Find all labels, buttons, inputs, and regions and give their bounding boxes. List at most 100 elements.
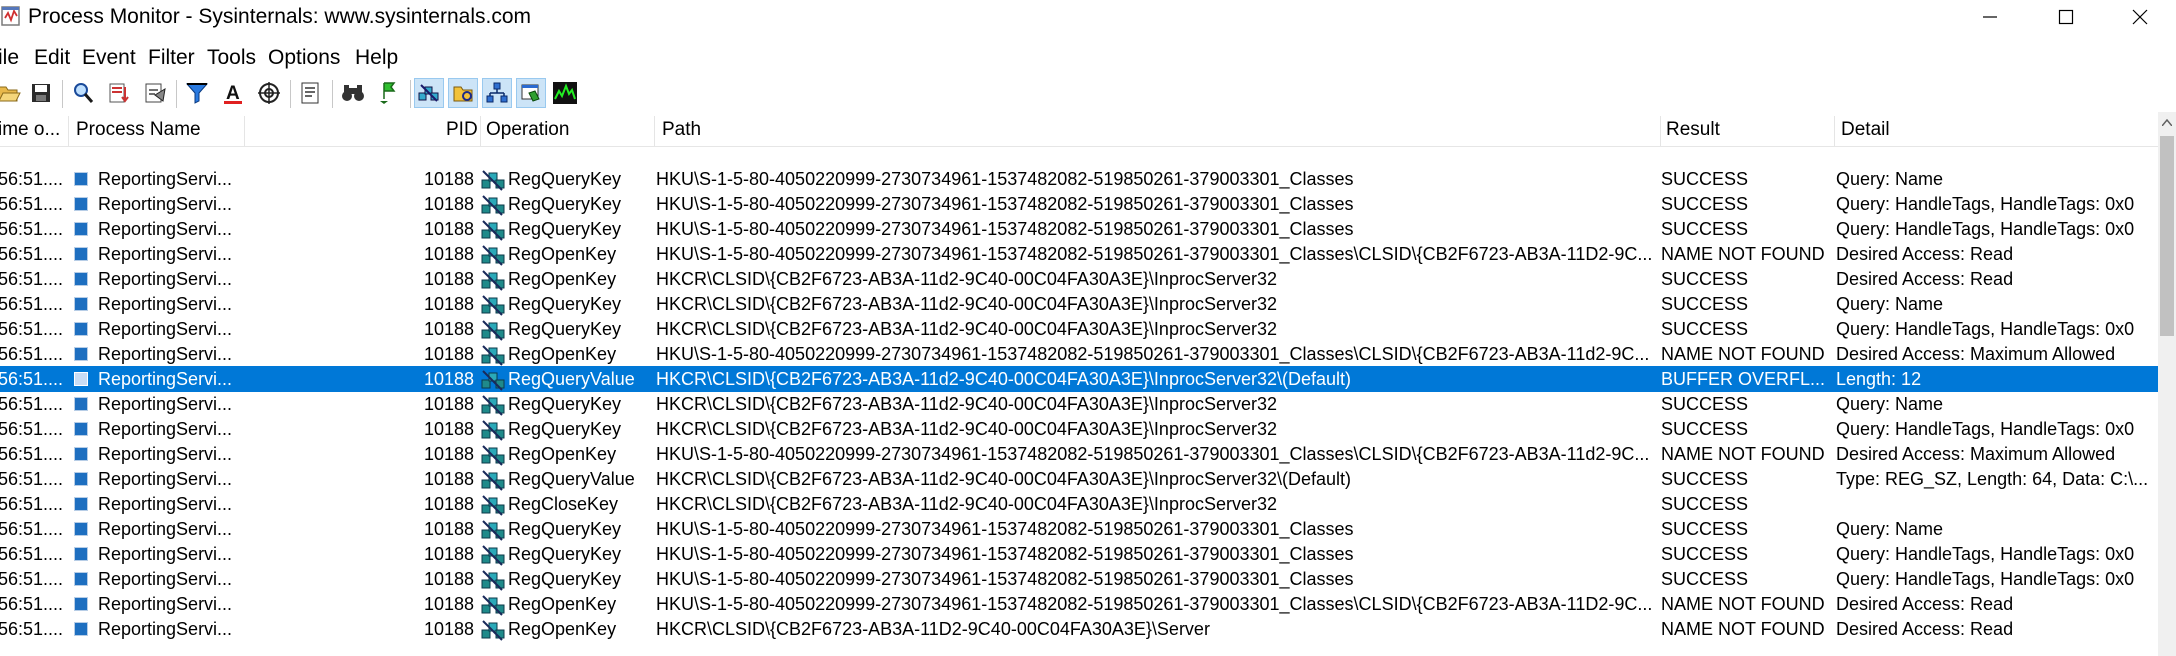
scroll-up-button[interactable] (2158, 112, 2176, 132)
registry-icon[interactable] (414, 78, 444, 108)
column-resize-handle[interactable] (1834, 116, 1835, 146)
scrollbar-thumb[interactable] (2160, 136, 2174, 336)
event-process-name: ReportingServi... (98, 169, 233, 189)
event-result: NAME NOT FOUND (1661, 594, 1825, 614)
event-row[interactable]: 56:51.... ReportingServi... 10188 RegQue… (0, 216, 2158, 242)
save-icon[interactable] (26, 78, 56, 108)
menu-event[interactable]: Event (82, 46, 136, 70)
event-path: HKU\S-1-5-80-4050220999-2730734961-15374… (656, 444, 1650, 464)
menu-file[interactable]: ile (0, 46, 19, 70)
event-operation: RegOpenKey (508, 244, 617, 264)
event-process-name: ReportingServi... (98, 419, 233, 439)
event-result: SUCCESS (1661, 544, 1749, 564)
event-result: NAME NOT FOUND (1661, 444, 1825, 464)
event-detail: Desired Access: Maximum Allowed (1836, 344, 2116, 364)
registry-operation-icon (480, 443, 506, 467)
tree-icon[interactable] (296, 78, 326, 108)
event-detail: Query: HandleTags, HandleTags: 0x0 (1836, 419, 2135, 439)
find-icon[interactable] (338, 78, 368, 108)
highlight-icon[interactable]: A (218, 78, 248, 108)
event-row[interactable]: 56:51.... ReportingServi... 10188 RegClo… (0, 491, 2158, 517)
event-pid: 10188 (423, 369, 474, 389)
event-operation: RegOpenKey (508, 619, 617, 639)
registry-operation-icon (480, 168, 506, 192)
event-row[interactable]: 56:51.... ReportingServi... 10188 RegQue… (0, 516, 2158, 542)
process-icon (74, 572, 88, 586)
registry-operation-icon (480, 468, 506, 492)
column-path[interactable]: Path (662, 119, 701, 141)
jump-icon[interactable] (374, 78, 404, 108)
column-pid[interactable]: PID (446, 119, 478, 141)
event-pid: 10188 (423, 269, 474, 289)
column-resize-handle[interactable] (68, 116, 69, 146)
event-row[interactable]: 56:51.... ReportingServi... 10188 RegQue… (0, 316, 2158, 342)
autoscroll-icon[interactable] (104, 78, 134, 108)
clear-icon[interactable] (140, 78, 170, 108)
magnify-icon[interactable] (68, 78, 98, 108)
event-process-name: ReportingServi... (98, 619, 233, 639)
process-icon[interactable] (516, 78, 546, 108)
event-row[interactable]: 56:51.... ReportingServi... 10188 RegQue… (0, 366, 2158, 392)
column-resize-handle[interactable] (1660, 116, 1661, 146)
event-path: HKU\S-1-5-80-4050220999-2730734961-15374… (656, 194, 1354, 214)
menu-filter[interactable]: Filter (148, 46, 195, 70)
event-path: HKCR\CLSID\{CB2F6723-AB3A-11d2-9C40-00C0… (656, 419, 1277, 439)
menu-options[interactable]: Options (268, 46, 340, 70)
event-operation: RegQueryKey (508, 419, 622, 439)
profiling-icon[interactable] (550, 78, 580, 108)
event-time: 56:51.... (0, 369, 64, 389)
event-operation: RegQueryKey (508, 169, 622, 189)
event-detail: Desired Access: Read (1836, 244, 2014, 264)
column-detail[interactable]: Detail (1841, 119, 1890, 141)
event-row[interactable]: 56:51.... ReportingServi... 10188 RegQue… (0, 416, 2158, 442)
column-process-name[interactable]: Process Name (76, 119, 201, 141)
event-row[interactable]: 56:51.... ReportingServi... 10188 RegOpe… (0, 241, 2158, 267)
registry-operation-icon (480, 568, 506, 592)
menu-help[interactable]: Help (355, 46, 398, 70)
column-time[interactable]: ime o... (0, 119, 60, 141)
network-icon[interactable] (482, 78, 512, 108)
event-row[interactable]: 56:51.... ReportingServi... 10188 RegOpe… (0, 341, 2158, 367)
event-pid: 10188 (423, 594, 474, 614)
close-button[interactable] (2104, 0, 2176, 34)
registry-operation-icon (480, 593, 506, 617)
column-resize-handle[interactable] (480, 116, 481, 146)
menu-edit[interactable]: Edit (34, 46, 70, 70)
minimize-button[interactable] (1954, 0, 2026, 34)
event-row[interactable]: 56:51.... ReportingServi... 10188 RegQue… (0, 191, 2158, 217)
event-process-name: ReportingServi... (98, 394, 233, 414)
vertical-scrollbar[interactable] (2158, 112, 2176, 656)
event-row[interactable]: 56:51.... ReportingServi... 10188 RegQue… (0, 391, 2158, 417)
column-result[interactable]: Result (1666, 119, 1720, 141)
event-path: HKU\S-1-5-80-4050220999-2730734961-15374… (656, 519, 1354, 539)
event-result: SUCCESS (1661, 394, 1749, 414)
event-time: 56:51.... (0, 619, 64, 639)
event-detail: Desired Access: Maximum Allowed (1836, 444, 2116, 464)
event-row[interactable]: 56:51.... ReportingServi... 10188 RegQue… (0, 166, 2158, 192)
registry-operation-icon (480, 318, 506, 342)
event-row[interactable]: 56:51.... ReportingServi... 10188 RegOpe… (0, 441, 2158, 467)
event-pid: 10188 (423, 419, 474, 439)
event-row[interactable]: 56:51.... ReportingServi... 10188 RegQue… (0, 466, 2158, 492)
event-row[interactable]: 56:51.... ReportingServi... 10188 RegOpe… (0, 266, 2158, 292)
process-monitor-app-icon[interactable] (0, 4, 22, 28)
event-row[interactable]: 56:51.... ReportingServi... 10188 RegOpe… (0, 616, 2158, 642)
event-row[interactable]: 56:51.... ReportingServi... 10188 RegQue… (0, 541, 2158, 567)
maximize-button[interactable] (2030, 0, 2102, 34)
open-icon[interactable] (0, 78, 24, 108)
filter-icon[interactable] (182, 78, 212, 108)
filesystem-icon[interactable] (448, 78, 478, 108)
event-result: SUCCESS (1661, 319, 1749, 339)
column-resize-handle[interactable] (244, 116, 245, 146)
event-row[interactable]: 56:51.... ReportingServi... 10188 RegQue… (0, 291, 2158, 317)
event-operation: RegOpenKey (508, 444, 617, 464)
event-list[interactable]: 56:51.... ReportingServi... 10188 RegQue… (0, 166, 2158, 656)
event-result: SUCCESS (1661, 169, 1749, 189)
target-icon[interactable] (254, 78, 284, 108)
event-row[interactable]: 56:51.... ReportingServi... 10188 RegOpe… (0, 591, 2158, 617)
column-resize-handle[interactable] (654, 116, 655, 146)
event-row[interactable]: 56:51.... ReportingServi... 10188 RegQue… (0, 566, 2158, 592)
event-pid: 10188 (423, 469, 474, 489)
menu-tools[interactable]: Tools (207, 46, 256, 70)
column-operation[interactable]: Operation (486, 119, 569, 141)
